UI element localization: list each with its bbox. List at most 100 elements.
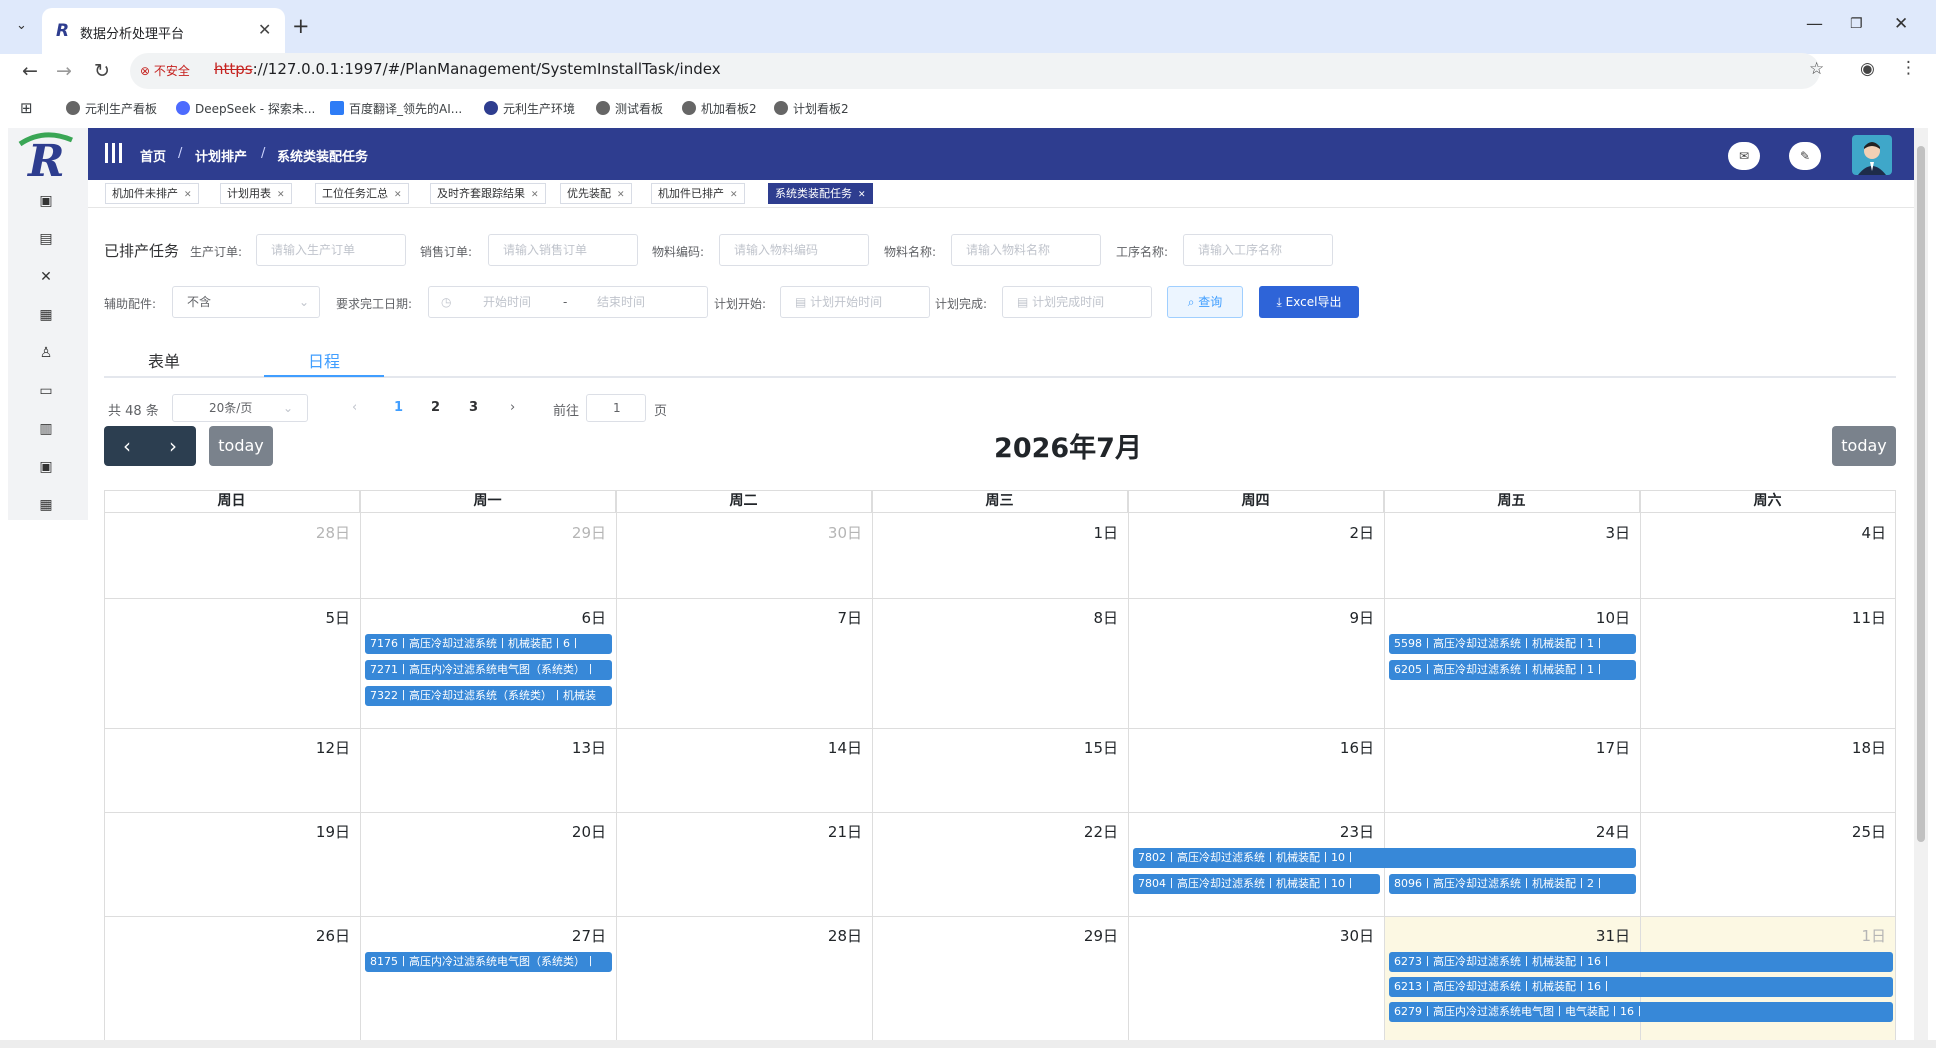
day-number[interactable]: 20日 [546,821,606,842]
prev-month-button[interactable]: ‹ [104,426,150,466]
new-tab-icon[interactable]: + [292,14,310,38]
tools-icon[interactable]: ✕ [37,268,55,286]
day-number[interactable]: 28日 [802,925,862,946]
list-icon[interactable]: ▦ [37,306,55,324]
calendar-event[interactable]: 7176丨高压冷却过滤系统丨机械装配丨6丨 [365,634,612,654]
page-number[interactable]: 3 [469,400,478,415]
day-number[interactable]: 1日 [1826,925,1886,946]
aux-parts-select[interactable]: 不含 ⌄ [172,286,320,318]
day-number[interactable]: 30日 [1314,925,1374,946]
due-end-input[interactable]: 结束时间 [597,287,645,317]
insecure-badge[interactable]: ⊗ 不安全 [140,62,190,79]
bookmark-item[interactable]: 机加看板2 [682,100,757,117]
close-icon[interactable]: ✕ [394,190,402,200]
screen-icon[interactable]: ▣ [37,458,55,476]
tag-item[interactable]: 机加件已排产 ✕ [651,183,745,204]
tab-form[interactable]: 表单 [148,348,180,372]
calendar-event[interactable]: 7802丨高压冷却过滤系统丨机械装配丨10丨 [1133,848,1636,868]
calendar-event[interactable]: 8175丨高压内冷过滤系统电气图（系统类）丨 [365,952,612,972]
tab-list-icon[interactable]: ⌄ [16,18,27,33]
due-start-input[interactable]: 开始时间 [483,287,531,317]
page-number[interactable]: 2 [431,400,440,415]
day-number[interactable]: 27日 [546,925,606,946]
bookmark-item[interactable]: DeepSeek - 探索未... [176,100,315,117]
day-number[interactable]: 16日 [1314,737,1374,758]
day-number[interactable]: 25日 [1826,821,1886,842]
day-number[interactable]: 9日 [1314,607,1374,628]
bookmark-item[interactable]: 元利生产环境 [484,100,575,117]
document-icon[interactable]: ▤ [37,230,55,248]
day-number[interactable]: 13日 [546,737,606,758]
day-number[interactable]: 29日 [546,522,606,543]
edit-icon[interactable]: ✎ [1789,142,1821,170]
close-icon[interactable]: ✕ [730,190,738,200]
calendar-event[interactable]: 6279丨高压内冷过滤系统电气图丨电气装配丨16丨 [1389,1002,1893,1022]
day-number[interactable]: 12日 [290,737,350,758]
day-number[interactable]: 18日 [1826,737,1886,758]
process-name-input[interactable]: 请输入工序名称 [1183,234,1333,266]
day-number[interactable]: 29日 [1058,925,1118,946]
day-number[interactable]: 1日 [1058,522,1118,543]
excel-export-button[interactable]: ⤓ Excel导出 [1259,286,1359,318]
calendar-event[interactable]: 5598丨高压冷却过滤系统丨机械装配丨1丨 [1389,634,1636,654]
calendar-event[interactable]: 7804丨高压冷却过滤系统丨机械装配丨10丨 [1133,874,1380,894]
calendar-event[interactable]: 6205丨高压冷却过滤系统丨机械装配丨1丨 [1389,660,1636,680]
breadcrumb-plan[interactable]: 计划排产 [195,146,247,165]
scrollbar-thumb[interactable] [1917,146,1925,842]
query-button[interactable]: ⌕ 查询 [1167,286,1243,318]
close-icon[interactable]: ✕ [184,190,192,200]
due-date-range[interactable]: ◷ 开始时间 - 结束时间 [428,286,708,318]
tag-item[interactable]: 工位任务汇总 ✕ [315,183,409,204]
tag-item[interactable]: 机加件未排产 ✕ [105,183,199,204]
day-number[interactable]: 11日 [1826,607,1886,628]
page-size-select[interactable]: 20条/页 ⌄ [172,394,308,422]
plan-end-input[interactable]: ▤ 计划完成时间 [1002,286,1152,318]
apps-grid-icon[interactable]: ⊞ [20,99,33,117]
today-button[interactable]: today [209,426,273,466]
browser-menu-icon[interactable]: ⋮ [1900,58,1917,78]
day-number[interactable]: 15日 [1058,737,1118,758]
url-text[interactable]: https://127.0.0.1:1997/#/PlanManagement/… [214,60,721,78]
day-number[interactable]: 30日 [802,522,862,543]
day-number[interactable]: 21日 [802,821,862,842]
close-icon[interactable]: ✕ [617,190,625,200]
day-number[interactable]: 7日 [802,607,862,628]
close-tab-icon[interactable]: ✕ [258,20,271,39]
tab-schedule[interactable]: 日程 [308,348,340,372]
bookmark-item[interactable]: 测试看板 [596,100,663,117]
day-number[interactable]: 4日 [1826,522,1886,543]
close-icon[interactable]: ✕ [531,190,539,200]
mail-icon[interactable]: ✉ [1728,142,1760,170]
calendar-event[interactable]: 6273丨高压冷却过滤系统丨机械装配丨16丨 [1389,952,1893,972]
next-month-button[interactable]: › [150,426,196,466]
profile-icon[interactable]: ◉ [1860,59,1875,79]
day-number[interactable]: 31日 [1570,925,1630,946]
bookmark-item[interactable]: 计划看板2 [774,100,849,117]
report-icon[interactable]: ▥ [37,420,55,438]
window-close-icon[interactable]: ✕ [1894,14,1908,34]
forward-icon[interactable]: → [56,60,72,82]
day-number[interactable]: 28日 [290,522,350,543]
back-icon[interactable]: ← [22,60,38,82]
material-name-input[interactable]: 请输入物料名称 [951,234,1101,266]
today-button[interactable]: today [1832,426,1896,466]
reload-icon[interactable]: ↻ [94,60,110,82]
day-number[interactable]: 17日 [1570,737,1630,758]
minimize-icon[interactable]: — [1806,14,1823,34]
day-number[interactable]: 26日 [290,925,350,946]
plan-start-input[interactable]: ▤ 计划开始时间 [780,286,930,318]
sales-order-input[interactable]: 请输入销售订单 [488,234,638,266]
bookmark-item[interactable]: 元利生产看板 [66,100,157,117]
day-number[interactable]: 14日 [802,737,862,758]
day-number[interactable]: 3日 [1570,522,1630,543]
day-number[interactable]: 19日 [290,821,350,842]
day-number[interactable]: 22日 [1058,821,1118,842]
calendar-event[interactable]: 7271丨高压内冷过滤系统电气图（系统类）丨 [365,660,612,680]
close-icon[interactable]: ✕ [277,190,285,200]
tag-item[interactable]: 及时齐套跟踪结果 ✕ [430,183,546,204]
prev-page-icon[interactable]: ‹ [352,400,357,415]
tag-item[interactable]: 优先装配 ✕ [560,183,632,204]
breadcrumb-home[interactable]: 首页 [140,146,166,165]
day-number[interactable]: 2日 [1314,522,1374,543]
material-code-input[interactable]: 请输入物料编码 [719,234,869,266]
